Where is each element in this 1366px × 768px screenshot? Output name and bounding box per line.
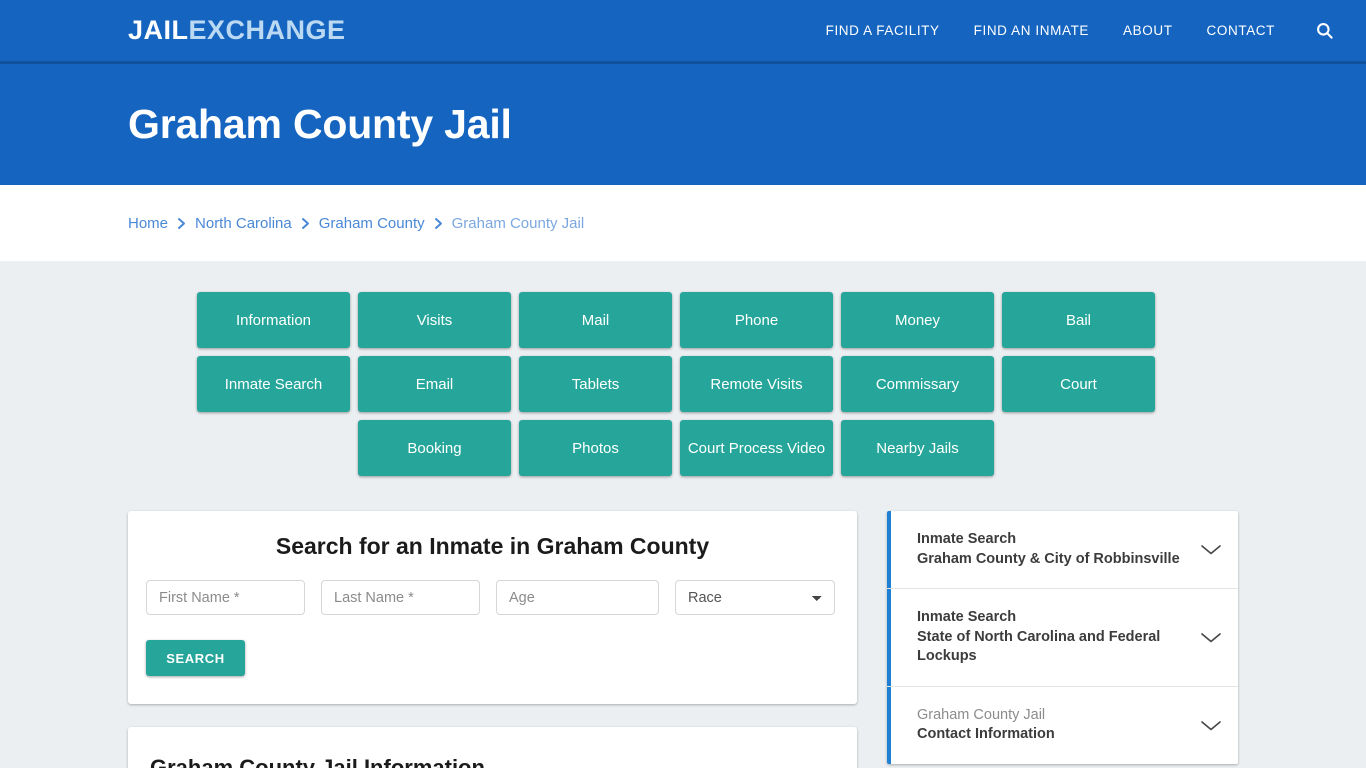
breadcrumb-item-current: Graham County Jail xyxy=(451,214,585,232)
breadcrumb-item-north-carolina[interactable]: North Carolina xyxy=(195,215,292,232)
chevron-right-icon xyxy=(434,217,443,230)
chevron-right-icon xyxy=(301,217,310,230)
accordion-panel-text: Inmate Search State of North Carolina an… xyxy=(917,608,1190,667)
jail-information-title: Graham County Jail Information xyxy=(150,755,485,768)
breadcrumb-item-graham-county[interactable]: Graham County xyxy=(319,215,425,232)
main-content: Information Visits Mail Phone Money Bail… xyxy=(0,261,1366,768)
breadcrumb: Home North Carolina Graham County Graham… xyxy=(128,215,584,232)
logo-text-secondary: EXCHANGE xyxy=(188,15,346,45)
search-submit-button[interactable]: SEARCH xyxy=(146,640,245,676)
quick-link-court[interactable]: Court xyxy=(1002,356,1155,412)
inmate-search-card: Search for an Inmate in Graham County Ra… xyxy=(128,511,857,704)
jail-information-card: Graham County Jail Information xyxy=(128,727,857,768)
age-input[interactable] xyxy=(496,580,659,615)
sidebar-accordion: Inmate Search Graham County & City of Ro… xyxy=(887,511,1238,764)
quick-link-mail[interactable]: Mail xyxy=(519,292,672,348)
accordion-panel-inmate-search-state[interactable]: Inmate Search State of North Carolina an… xyxy=(887,589,1238,687)
chevron-down-icon xyxy=(1200,543,1222,556)
quick-link-visits[interactable]: Visits xyxy=(358,292,511,348)
accordion-panel-line2: Graham County & City of Robbinsville xyxy=(917,550,1180,567)
accordion-panel-line2: State of North Carolina and Federal Lock… xyxy=(917,628,1161,665)
breadcrumb-item-home[interactable]: Home xyxy=(128,215,168,232)
nav-item-about[interactable]: ABOUT xyxy=(1123,23,1173,38)
quick-link-court-process-video[interactable]: Court Process Video xyxy=(680,420,833,476)
quick-link-email[interactable]: Email xyxy=(358,356,511,412)
search-icon[interactable] xyxy=(1315,21,1334,40)
quick-link-inmate-search[interactable]: Inmate Search xyxy=(197,356,350,412)
quick-link-tablets[interactable]: Tablets xyxy=(519,356,672,412)
race-select[interactable]: Race xyxy=(675,580,835,615)
quick-link-remote-visits[interactable]: Remote Visits xyxy=(680,356,833,412)
logo-text-primary: JAIL xyxy=(128,15,189,45)
last-name-input[interactable] xyxy=(321,580,480,615)
quick-link-information[interactable]: Information xyxy=(197,292,350,348)
sidebar: Inmate Search Graham County & City of Ro… xyxy=(887,511,1238,764)
lower-section: Search for an Inmate in Graham County Ra… xyxy=(128,511,1238,768)
breadcrumb-bar: Home North Carolina Graham County Graham… xyxy=(0,185,1366,261)
chevron-down-icon xyxy=(1200,631,1222,644)
chevron-down-icon xyxy=(1200,719,1222,732)
accordion-panel-inmate-search-county[interactable]: Inmate Search Graham County & City of Ro… xyxy=(887,511,1238,590)
quick-link-booking[interactable]: Booking xyxy=(358,420,511,476)
quick-link-nearby-jails[interactable]: Nearby Jails xyxy=(841,420,994,476)
accordion-panel-line1: Inmate Search xyxy=(917,609,1017,626)
quick-link-photos[interactable]: Photos xyxy=(519,420,672,476)
quick-link-money[interactable]: Money xyxy=(841,292,994,348)
accordion-panel-line1: Inmate Search xyxy=(917,531,1017,547)
quick-link-phone[interactable]: Phone xyxy=(680,292,833,348)
nav-item-find-a-facility[interactable]: FIND A FACILITY xyxy=(826,23,940,38)
nav-item-contact[interactable]: CONTACT xyxy=(1207,23,1275,38)
search-fields-row: Race xyxy=(146,580,839,615)
page-title: Graham County Jail xyxy=(128,101,512,147)
quick-link-bail[interactable]: Bail xyxy=(1002,292,1155,348)
accordion-panel-text: Inmate Search Graham County & City of Ro… xyxy=(917,530,1190,569)
accordion-panel-text: Graham County Jail Contact Information xyxy=(917,706,1190,745)
site-header: JAILEXCHANGE FIND A FACILITY FIND AN INM… xyxy=(0,0,1366,64)
search-card-heading: Search for an Inmate in Graham County xyxy=(275,533,710,559)
chevron-right-icon xyxy=(177,217,186,230)
quick-links-grid: Information Visits Mail Phone Money Bail… xyxy=(128,292,1224,476)
left-column: Search for an Inmate in Graham County Ra… xyxy=(128,511,857,768)
accordion-panel-line1: Graham County Jail xyxy=(917,706,1046,723)
main-navigation: FIND A FACILITY FIND AN INMATE ABOUT CON… xyxy=(826,21,1334,40)
first-name-input[interactable] xyxy=(146,580,305,615)
site-logo[interactable]: JAILEXCHANGE xyxy=(128,17,346,44)
quick-link-commissary[interactable]: Commissary xyxy=(841,356,994,412)
page-banner: Graham County Jail xyxy=(0,64,1366,185)
accordion-panel-contact-information[interactable]: Graham County Jail Contact Information xyxy=(887,686,1238,764)
accordion-panel-line2: Contact Information xyxy=(917,726,1055,743)
nav-item-find-an-inmate[interactable]: FIND AN INMATE xyxy=(974,23,1089,38)
